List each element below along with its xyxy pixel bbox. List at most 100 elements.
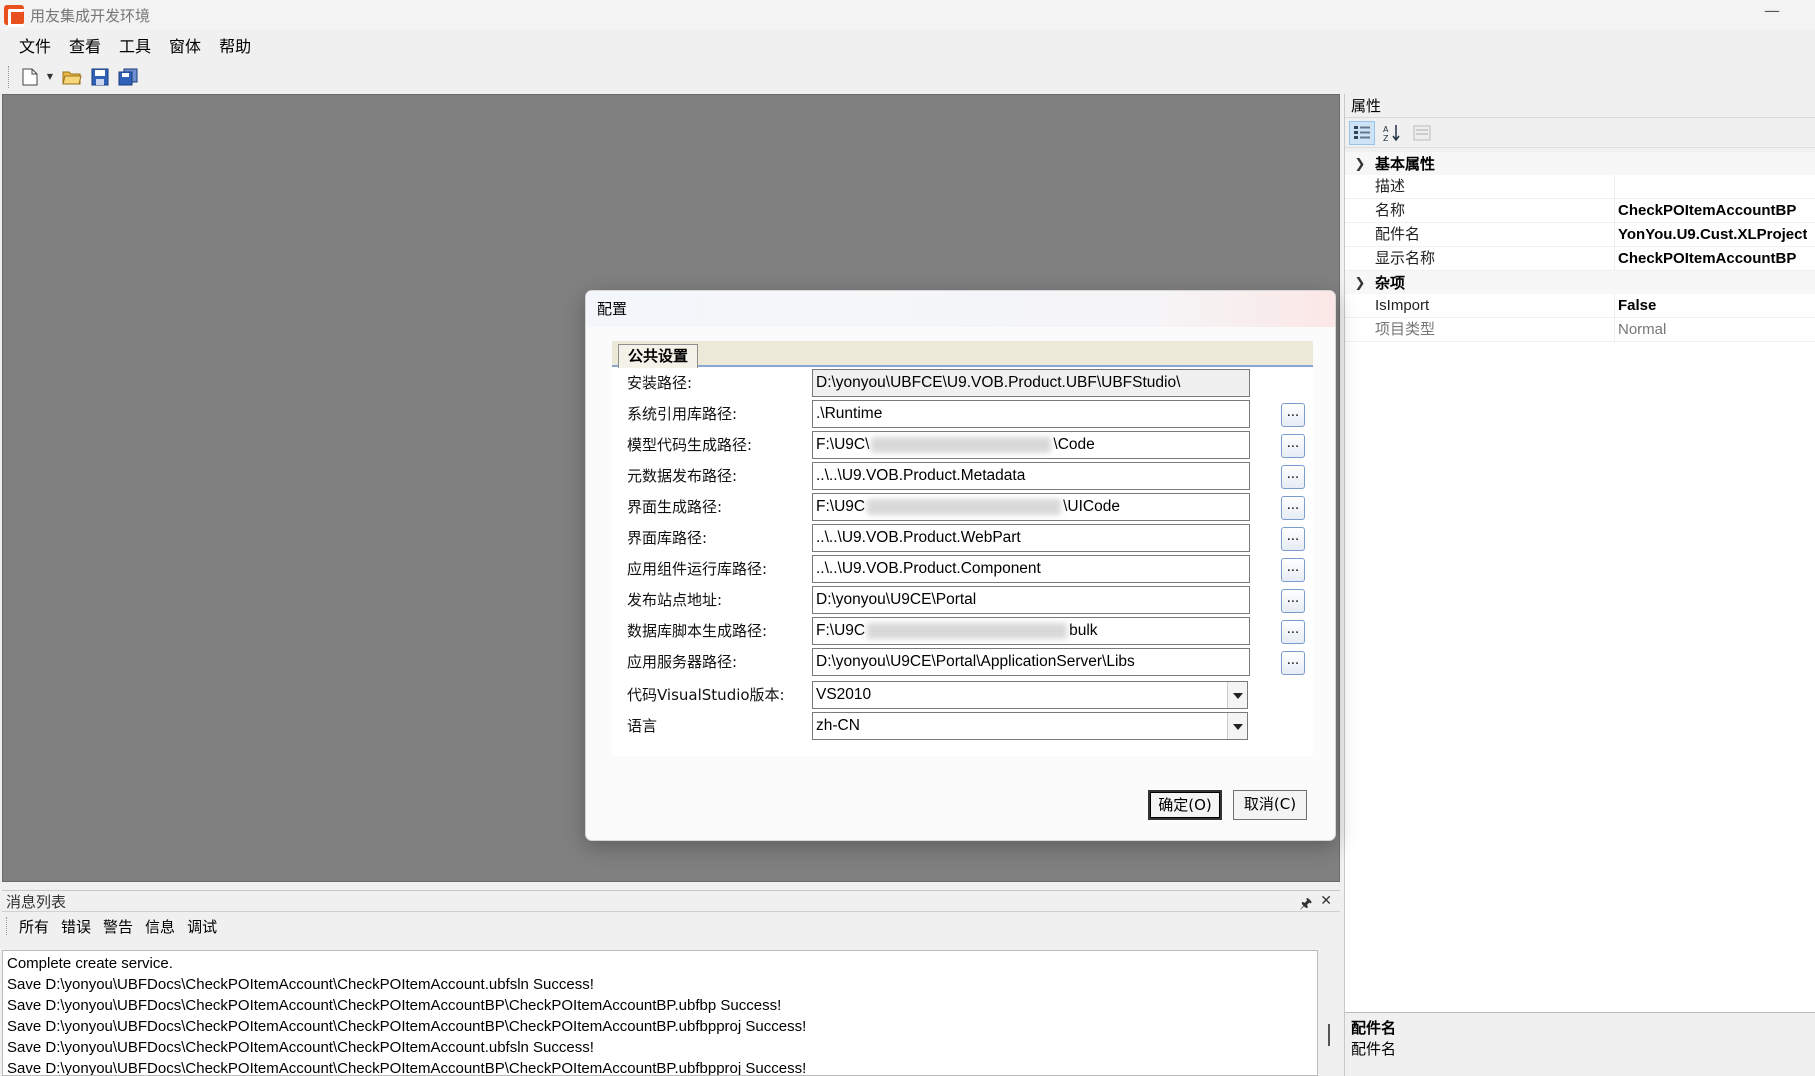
message-output[interactable]: Complete create service. Save D:\yonyou\… <box>2 950 1318 1076</box>
path-prefix: F:\U9C <box>816 498 866 515</box>
menu-file[interactable]: 文件 <box>10 31 60 59</box>
message-scrollbar[interactable] <box>1318 950 1340 1076</box>
message-line: Complete create service. <box>7 955 173 972</box>
toolbar-grip[interactable] <box>8 65 11 88</box>
field-ui-lib-path: 界面库路径: ..\..\U9.VOB.Product.WebPart ... <box>612 524 1313 554</box>
model-code-path-input[interactable]: F:\U9C\ \Code <box>812 431 1250 459</box>
message-line: Save D:\yonyou\UBFDocs\CheckPOItemAccoun… <box>7 1039 594 1056</box>
property-row[interactable]: 配件名 YonYou.U9.Cust.XLProject <box>1345 223 1815 247</box>
browse-button[interactable]: ... <box>1281 558 1305 582</box>
property-value[interactable]: CheckPOItemAccountBP <box>1615 202 1796 219</box>
scrollbar-thumb[interactable] <box>1328 1024 1330 1046</box>
browse-button[interactable]: ... <box>1281 403 1305 427</box>
field-label: 系统引用库路径: <box>627 405 738 423</box>
path-prefix: F:\U9C\ <box>816 436 870 453</box>
save-icon[interactable] <box>87 64 113 90</box>
property-pages-icon[interactable] <box>1409 121 1435 145</box>
categorized-view-icon[interactable] <box>1349 120 1375 145</box>
vs-version-select[interactable]: VS2010 <box>812 681 1248 709</box>
window-title: 用友集成开发环境 <box>30 6 151 25</box>
minimize-button[interactable]: — <box>1757 3 1787 24</box>
property-row[interactable]: 显示名称 CheckPOItemAccountBP <box>1345 247 1815 271</box>
site-address-input[interactable]: D:\yonyou\U9CE\Portal <box>812 586 1250 614</box>
field-label: 安装路径: <box>627 374 693 392</box>
dialog-title: 配置 <box>586 291 1335 327</box>
filter-debug[interactable]: 调试 <box>181 916 223 937</box>
component-path-input[interactable]: ..\..\U9.VOB.Product.Component <box>812 555 1250 583</box>
message-list-header: 消息列表 🖈 ✕ <box>2 890 1340 912</box>
filter-grip[interactable] <box>6 917 9 935</box>
category-misc[interactable]: ❯ 杂项 <box>1345 271 1815 294</box>
property-value[interactable]: CheckPOItemAccountBP <box>1615 250 1796 267</box>
open-folder-icon[interactable] <box>59 64 85 90</box>
browse-button[interactable]: ... <box>1281 620 1305 644</box>
sort-alphabetical-icon[interactable]: AZ <box>1379 121 1405 145</box>
app-server-path-input[interactable]: D:\yonyou\U9CE\Portal\ApplicationServer\… <box>812 648 1250 676</box>
path-suffix: \Code <box>1053 436 1095 453</box>
db-script-path-input[interactable]: F:\U9C bulk <box>812 617 1250 645</box>
new-dropdown-caret-icon[interactable]: ▼ <box>45 64 55 90</box>
field-metadata-path: 元数据发布路径: ..\..\U9.VOB.Product.Metadata .… <box>612 462 1313 492</box>
field-app-server-path: 应用服务器路径: D:\yonyou\U9CE\Portal\Applicati… <box>612 648 1313 678</box>
menu-tools[interactable]: 工具 <box>110 31 160 59</box>
field-component-path: 应用组件运行库路径: ..\..\U9.VOB.Product.Componen… <box>612 555 1313 585</box>
dropdown-arrow-icon[interactable] <box>1227 682 1247 708</box>
property-name: 名称 <box>1345 199 1615 222</box>
property-row[interactable]: 名称 CheckPOItemAccountBP <box>1345 199 1815 223</box>
property-name: 显示名称 <box>1345 247 1615 270</box>
close-icon[interactable]: ✕ <box>1320 893 1332 917</box>
language-select[interactable]: zh-CN <box>812 712 1248 740</box>
message-line: Save D:\yonyou\UBFDocs\CheckPOItemAccoun… <box>7 1018 807 1035</box>
browse-button[interactable]: ... <box>1281 527 1305 551</box>
browse-button[interactable]: ... <box>1281 434 1305 458</box>
filter-info[interactable]: 信息 <box>139 916 181 937</box>
property-grid: ❯ 基本属性 描述 名称 CheckPOItemAccountBP 配件名 Yo… <box>1345 152 1815 1012</box>
filter-error[interactable]: 错误 <box>55 916 97 937</box>
pin-icon[interactable]: 🖈 <box>1299 893 1312 917</box>
ui-lib-path-input[interactable]: ..\..\U9.VOB.Product.WebPart <box>812 524 1250 552</box>
browse-button[interactable]: ... <box>1281 589 1305 613</box>
browse-button[interactable]: ... <box>1281 496 1305 520</box>
browse-button[interactable]: ... <box>1281 651 1305 675</box>
dialog-tab-strip: 公共设置 <box>612 341 1313 369</box>
new-file-icon[interactable] <box>17 64 43 90</box>
menu-help[interactable]: 帮助 <box>210 31 260 59</box>
chevron-down-icon[interactable]: ❯ <box>1345 275 1375 291</box>
cancel-button[interactable]: 取消(C) <box>1233 790 1307 820</box>
field-label: 语言 <box>627 717 658 735</box>
field-language: 语言 zh-CN <box>612 712 1313 742</box>
browse-button[interactable]: ... <box>1281 465 1305 489</box>
ui-gen-path-input[interactable]: F:\U9C \UICode <box>812 493 1250 521</box>
property-value[interactable]: False <box>1615 297 1656 314</box>
property-row[interactable]: 描述 <box>1345 175 1815 199</box>
property-name: 描述 <box>1345 175 1615 198</box>
save-all-icon[interactable] <box>115 64 141 90</box>
select-value: zh-CN <box>816 717 860 734</box>
menu-window[interactable]: 窗体 <box>160 31 210 59</box>
category-label: 基本属性 <box>1375 156 1436 173</box>
filter-all[interactable]: 所有 <box>13 916 55 937</box>
field-label: 元数据发布路径: <box>627 467 738 485</box>
metadata-path-input[interactable]: ..\..\U9.VOB.Product.Metadata <box>812 462 1250 490</box>
property-row[interactable]: IsImport False <box>1345 294 1815 318</box>
chevron-down-icon[interactable]: ❯ <box>1345 156 1375 172</box>
svg-text:A: A <box>1383 125 1389 134</box>
settings-form: 安装路径: D:\yonyou\UBFCE\U9.VOB.Product.UBF… <box>612 368 1313 756</box>
property-value[interactable]: YonYou.U9.Cust.XLProject <box>1615 226 1807 243</box>
system-ref-path-input[interactable]: .\Runtime <box>812 400 1250 428</box>
menu-view[interactable]: 查看 <box>60 31 110 59</box>
field-label: 应用服务器路径: <box>627 653 738 671</box>
filter-warning[interactable]: 警告 <box>97 916 139 937</box>
message-filter-tabs: 所有 错误 警告 信息 调试 <box>2 912 1340 940</box>
tab-common-settings[interactable]: 公共设置 <box>618 344 699 369</box>
install-path-input[interactable]: D:\yonyou\UBFCE\U9.VOB.Product.UBF\UBFSt… <box>812 369 1250 397</box>
message-line: Save D:\yonyou\UBFDocs\CheckPOItemAccoun… <box>7 997 782 1014</box>
ok-button[interactable]: 确定(O) <box>1148 790 1222 820</box>
dropdown-arrow-icon[interactable] <box>1227 713 1247 739</box>
property-row[interactable]: 项目类型 Normal <box>1345 318 1815 342</box>
svg-text:Z: Z <box>1383 134 1389 142</box>
field-label: 应用组件运行库路径: <box>627 560 768 578</box>
message-line: Save D:\yonyou\UBFDocs\CheckPOItemAccoun… <box>7 1060 807 1076</box>
property-value[interactable]: Normal <box>1615 321 1666 338</box>
category-basic[interactable]: ❯ 基本属性 <box>1345 152 1815 175</box>
